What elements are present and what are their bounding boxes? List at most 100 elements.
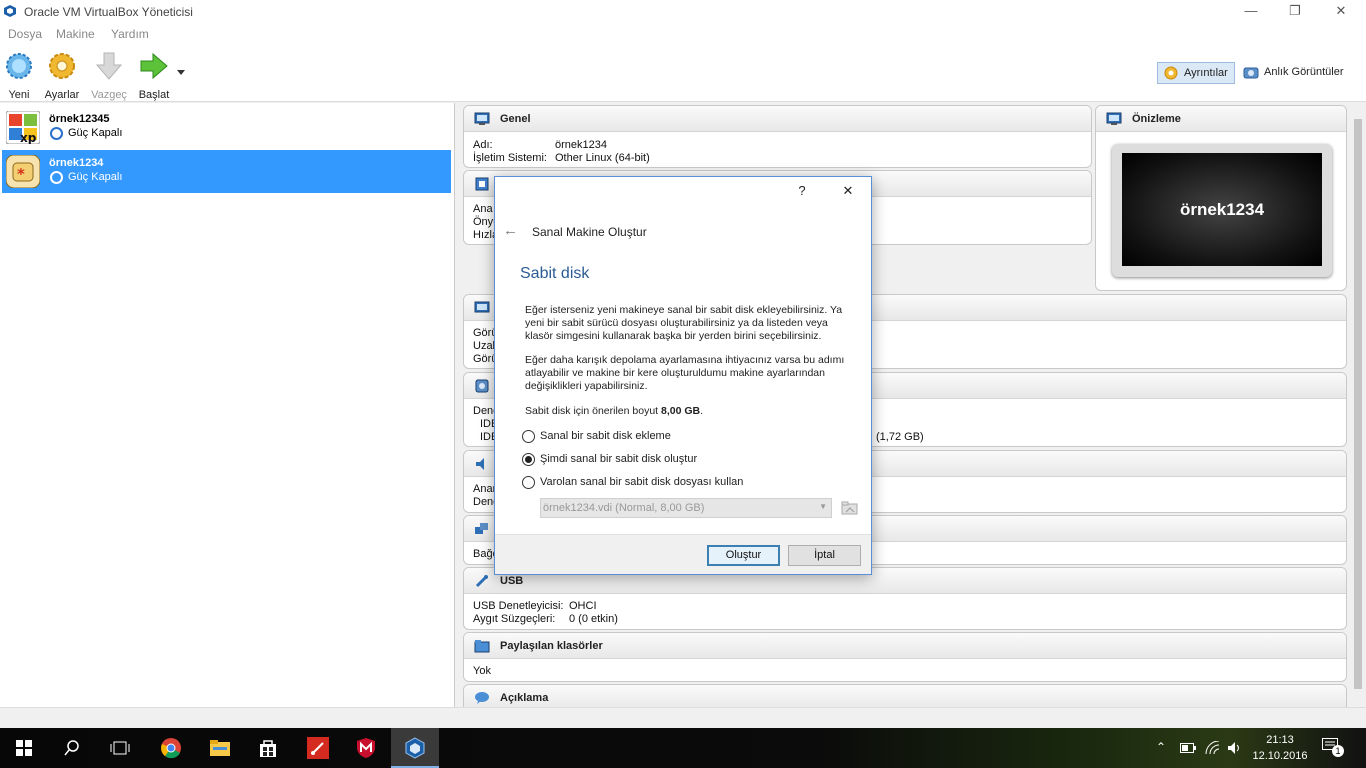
usb-section: USB USB Denetleyicisi: OHCI Aygıt Süzgeç…: [463, 567, 1347, 630]
chevron-up-icon[interactable]: ⌃: [1156, 740, 1166, 754]
title-bar: Oracle VM VirtualBox Yöneticisi — ❐ ✕: [0, 0, 1366, 24]
menu-bar: Dosya Makine Yardım: [0, 24, 1366, 44]
battery-icon[interactable]: [1180, 743, 1196, 753]
settings-button[interactable]: Ayarlar: [40, 50, 84, 101]
preview-frame: örnek1234: [1112, 144, 1332, 277]
folder-icon: [210, 740, 230, 756]
shared-folders-section: Paylaşılan klasörler Yok: [463, 632, 1347, 682]
page-heading: Sabit disk: [520, 265, 590, 282]
dialog-title: Sanal Makine Oluştur: [532, 225, 647, 239]
create-button[interactable]: Oluştur: [707, 545, 780, 566]
notification-count: 1: [1332, 745, 1344, 757]
task-view-button[interactable]: [96, 728, 144, 768]
mcafee-taskbar-item[interactable]: [342, 728, 390, 768]
vm-name: örnek12345: [49, 113, 110, 125]
monitor-icon: [474, 112, 490, 125]
red-app-icon: [307, 737, 329, 759]
volume-icon[interactable]: [1227, 741, 1241, 755]
gear-icon: [49, 53, 75, 79]
name-value: örnek1234: [555, 139, 607, 151]
snapshots-view-button[interactable]: Anlık Görüntüler: [1238, 62, 1349, 84]
network-icon: [475, 523, 488, 534]
existing-disk-value: örnek1234.vdi (Normal, 8,00 GB): [543, 502, 705, 514]
linux-os-icon: *: [6, 155, 40, 188]
new-button[interactable]: Yeni: [0, 50, 41, 101]
start-button[interactable]: Başlat: [132, 50, 176, 101]
start-menu-button[interactable]: [0, 728, 48, 768]
minimize-button[interactable]: —: [1228, 0, 1274, 24]
speech-bubble-icon: [475, 692, 489, 704]
general-section: Genel Adı: örnek1234 İşletim Sistemi: Ot…: [463, 105, 1092, 168]
details-scrollbar[interactable]: [1350, 103, 1366, 707]
store-taskbar-item[interactable]: [244, 728, 292, 768]
shared-folders-title: Paylaşılan klasörler: [500, 640, 603, 652]
start-dropdown-icon[interactable]: [177, 70, 185, 76]
existing-disk-label[interactable]: Varolan sanal bir sabit disk dosyası kul…: [540, 476, 743, 488]
menu-help[interactable]: Yardım: [111, 27, 149, 41]
vm-list-item[interactable]: xp örnek12345 Güç Kapalı: [2, 106, 451, 149]
windows-xp-icon: xp: [6, 111, 40, 144]
no-disk-label[interactable]: Sanal bir sabit disk ekleme: [540, 430, 671, 442]
existing-disk-select[interactable]: örnek1234.vdi (Normal, 8,00 GB) ▼: [540, 498, 832, 518]
preview-section: Önizleme örnek1234: [1095, 105, 1347, 291]
new-label: Yeni: [8, 89, 30, 101]
shared-folders-value: Yok: [473, 665, 491, 677]
menu-machine[interactable]: Makine: [56, 27, 95, 41]
no-disk-radio[interactable]: [522, 430, 535, 443]
vm-list-item[interactable]: * örnek1234 Güç Kapalı: [2, 150, 451, 193]
storage-disk-icon: [475, 379, 489, 393]
back-arrow-icon[interactable]: ←: [503, 222, 518, 239]
power-off-icon: [50, 127, 63, 140]
svg-text:xp: xp: [20, 131, 37, 144]
chevron-down-icon: ▼: [819, 502, 827, 511]
file-explorer-taskbar-item[interactable]: [196, 728, 244, 768]
dialog-footer: Oluştur İptal: [495, 534, 871, 574]
vm-state: Güç Kapalı: [68, 171, 123, 183]
cancel-button[interactable]: İptal: [788, 545, 861, 566]
name-label: Adı:: [473, 139, 493, 151]
notifications-button[interactable]: 1: [1322, 738, 1344, 758]
shared-folders-header[interactable]: Paylaşılan klasörler: [464, 633, 1346, 659]
general-header[interactable]: Genel: [464, 106, 1091, 132]
details-view-button[interactable]: Ayrıntılar: [1157, 62, 1235, 84]
clock[interactable]: 21:13 12.10.2016: [1250, 732, 1310, 764]
storage-size-fragment: (1,72 GB): [876, 431, 924, 443]
close-window-button[interactable]: ✕: [1318, 0, 1364, 24]
discard-button[interactable]: Vazgeç: [87, 50, 131, 101]
system-row: Ana: [473, 203, 493, 215]
usb-controller-label: USB Denetleyicisi:: [473, 600, 564, 612]
clock-date: 12.10.2016: [1252, 750, 1308, 762]
display-icon: [474, 301, 490, 313]
preview-header[interactable]: Önizleme: [1096, 106, 1346, 132]
chip-icon: [475, 177, 489, 191]
maximize-button[interactable]: ❐: [1272, 0, 1318, 24]
create-disk-label[interactable]: Şimdi sanal bir sabit disk oluştur: [540, 453, 697, 465]
dialog-close-button[interactable]: ✕: [838, 183, 858, 203]
wifi-icon[interactable]: [1205, 741, 1221, 755]
virtualbox-app-icon: [4, 5, 16, 17]
help-button[interactable]: ?: [792, 183, 812, 203]
search-button[interactable]: [48, 728, 96, 768]
description-paragraph: Eğer isterseniz yeni makineye sanal bir …: [525, 304, 843, 342]
create-disk-radio[interactable]: [522, 453, 535, 466]
menu-file[interactable]: Dosya: [8, 27, 42, 41]
chrome-taskbar-item[interactable]: [148, 728, 196, 768]
store-bag-icon: [260, 740, 276, 757]
virtualbox-taskbar-item[interactable]: [391, 728, 439, 768]
app-red-taskbar-item[interactable]: [294, 728, 342, 768]
chrome-icon: [161, 738, 181, 759]
monitor-icon: [1106, 112, 1122, 125]
new-vm-icon: [6, 53, 32, 79]
power-off-icon: [50, 171, 63, 184]
create-vm-dialog: ? ✕ ← Sanal Makine Oluştur Sabit disk Eğ…: [494, 176, 872, 575]
advanced-paragraph: Eğer daha karışık depolama ayarlamasına …: [525, 354, 845, 392]
description-title: Açıklama: [500, 692, 549, 704]
window-title: Oracle VM VirtualBox Yöneticisi: [24, 5, 193, 19]
existing-disk-radio[interactable]: [522, 476, 535, 489]
usb-filters-label: Aygıt Süzgeçleri:: [473, 613, 556, 625]
folder-icon: [474, 640, 490, 653]
folder-browse-icon[interactable]: [840, 498, 860, 518]
task-view-icon: [110, 741, 130, 755]
settings-label: Ayarlar: [44, 89, 80, 101]
scrollbar-thumb[interactable]: [1354, 119, 1362, 689]
